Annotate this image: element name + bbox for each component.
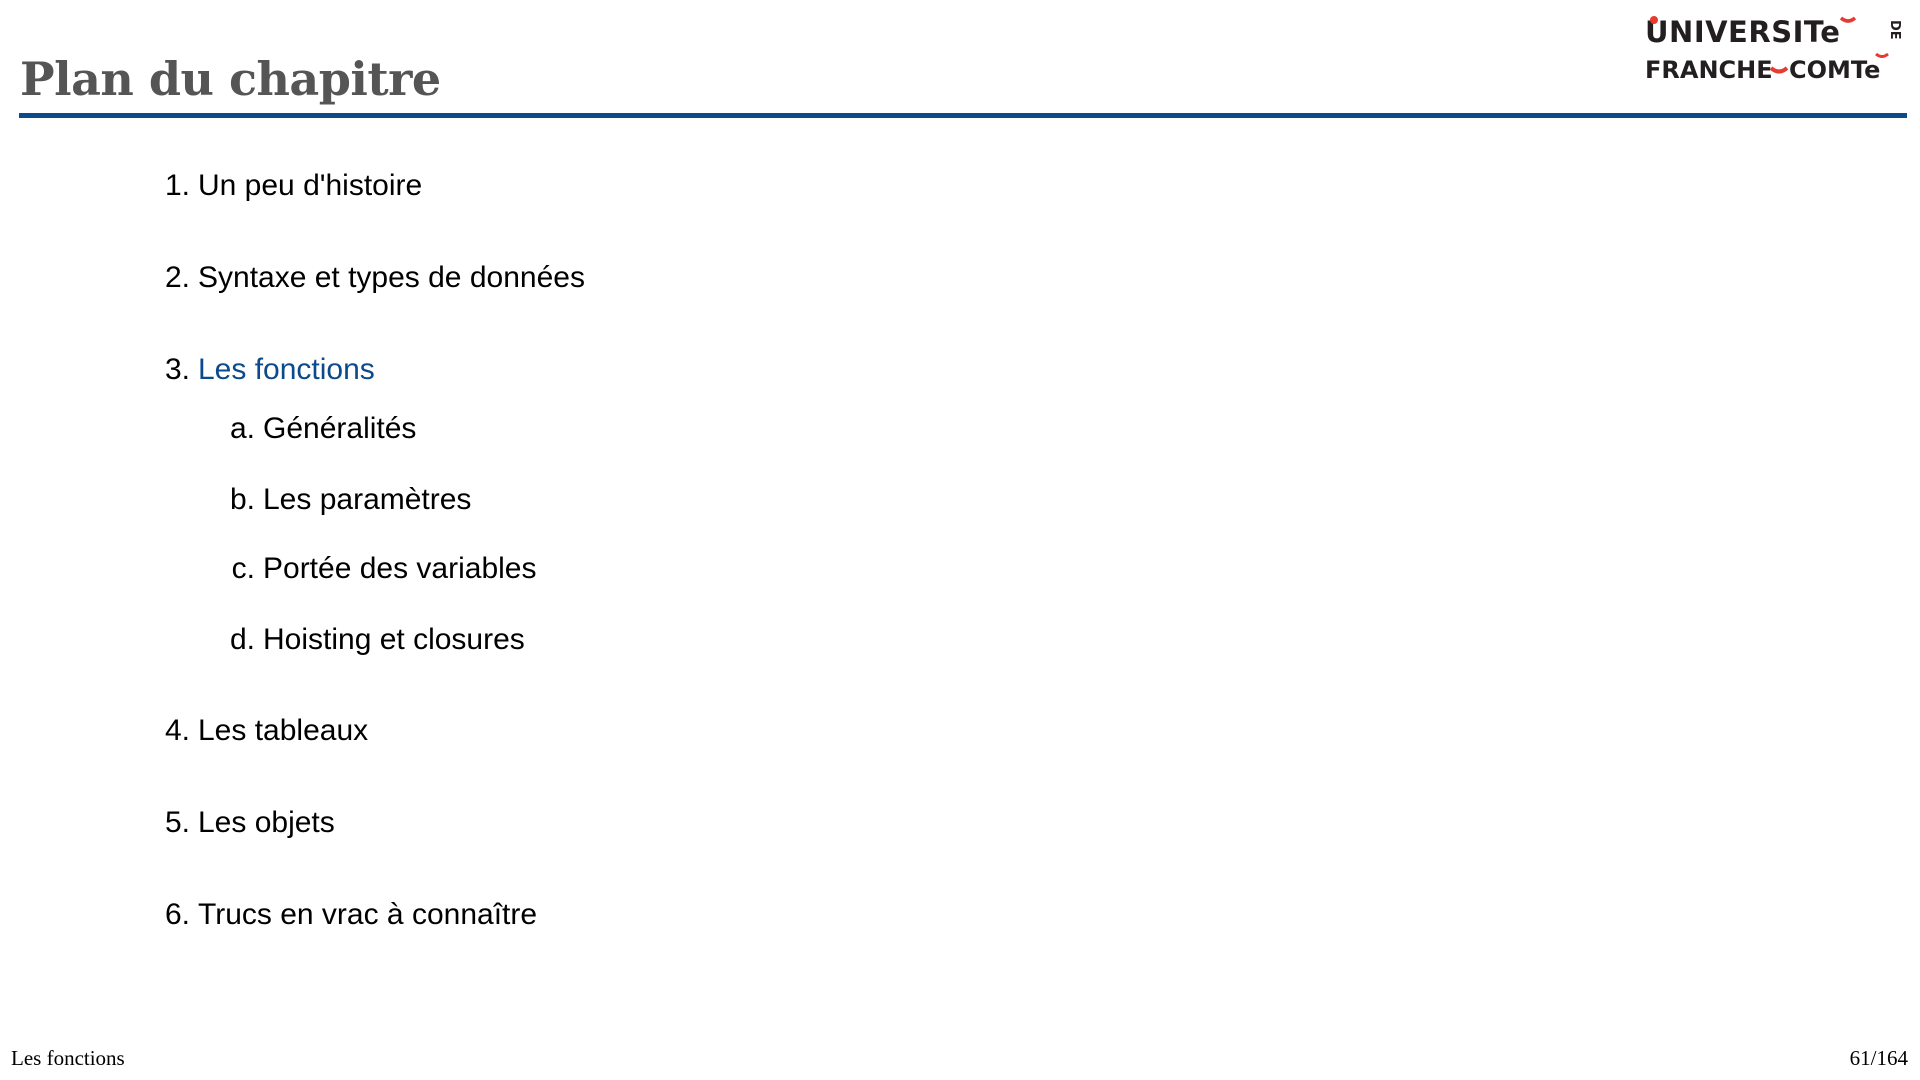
svg-text:DE: DE [1887, 20, 1902, 40]
outline-item-label: Les fonctions [198, 353, 375, 386]
outline-item-label: Les tableaux [198, 714, 369, 747]
outline-item[interactable]: 3. Les fonctions [150, 353, 375, 387]
outline-item-label: Un peu d'histoire [198, 169, 423, 202]
outline-item[interactable]: d. Hoisting et closures [215, 623, 525, 657]
outline-item[interactable]: 4. Les tableaux [150, 714, 368, 748]
outline-item-number: d. [229, 623, 255, 656]
footer-section: Les fonctions [11, 1046, 125, 1070]
outline-item-label: Les objets [198, 806, 335, 839]
outline-item-number: 4. [164, 714, 190, 747]
outline-item-number: 5. [164, 806, 190, 839]
outline-item[interactable]: a. Généralités [215, 412, 416, 446]
svg-text:COMTe: COMTe [1789, 56, 1880, 84]
outline-item-number: b. [229, 483, 255, 516]
outline-item-number: a. [229, 412, 255, 445]
outline-item-label: Généralités [263, 412, 417, 445]
outline-item-label: Portée des variables [263, 552, 537, 585]
university-logo: UNIVERSITe FRANCHE COMTe DE [1645, 15, 1902, 84]
page-title: Plan du chapitre [20, 52, 441, 106]
outline-item-label: Trucs en vrac à connaître [198, 898, 538, 931]
outline-item-number: 2. [164, 261, 190, 294]
svg-text:FRANCHE: FRANCHE [1645, 56, 1773, 84]
title-underline [19, 113, 1907, 118]
outline-item-label: Syntaxe et types de données [198, 261, 585, 294]
outline-item-number: 3. [164, 353, 190, 386]
outline-item-number: c. [231, 552, 255, 585]
outline-item[interactable]: 1. Un peu d'histoire [150, 169, 422, 203]
outline-item[interactable]: 6. Trucs en vrac à connaître [150, 898, 537, 932]
outline-item-label: Hoisting et closures [263, 623, 525, 656]
outline-item[interactable]: c. Portée des variables [215, 552, 537, 586]
footer-page-number: 61/164 [1849, 1046, 1908, 1070]
outline-item-label: Les paramètres [263, 483, 472, 516]
outline-item-number: 1. [164, 169, 190, 202]
svg-text:UNIVERSITe: UNIVERSITe [1645, 15, 1840, 49]
outline-item-number: 6. [164, 898, 190, 931]
outline-item[interactable]: 2. Syntaxe et types de données [150, 261, 585, 295]
outline-item[interactable]: b. Les paramètres [215, 483, 471, 517]
outline-item[interactable]: 5. Les objets [150, 806, 335, 840]
